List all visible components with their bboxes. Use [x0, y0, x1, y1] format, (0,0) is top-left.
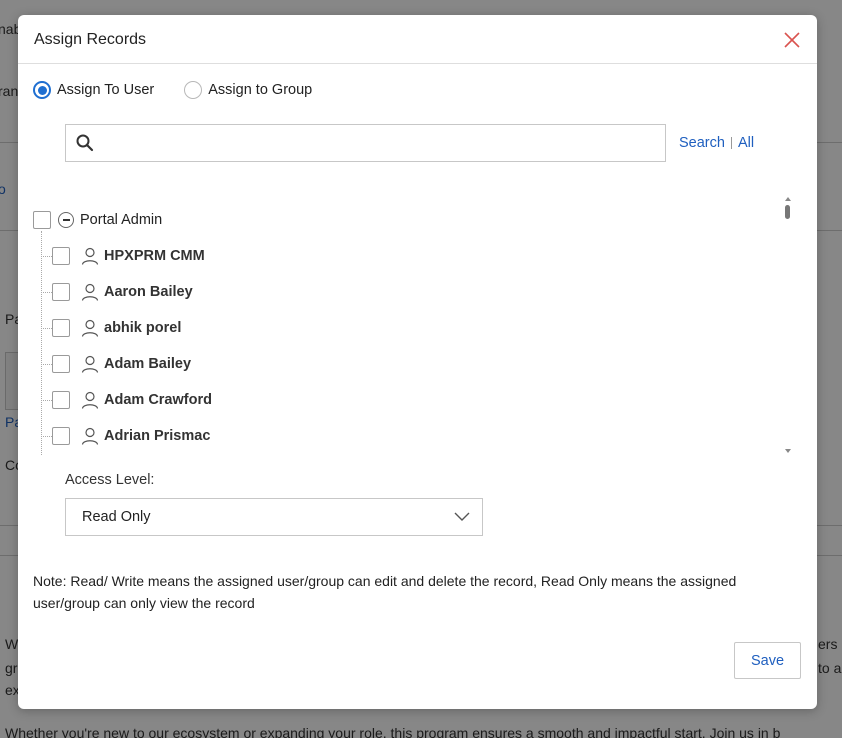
- user-checkbox[interactable]: [52, 247, 70, 265]
- user-checkbox[interactable]: [52, 283, 70, 301]
- access-level-value: Read Only: [82, 509, 151, 525]
- user-checkbox[interactable]: [52, 355, 70, 373]
- assign-to-user-option[interactable]: Assign To User: [33, 81, 154, 99]
- user-icon: [81, 319, 99, 337]
- user-name: HPXPRM CMM: [104, 248, 205, 264]
- tree-root-portal-admin: Portal Admin: [33, 211, 162, 229]
- user-icon: [81, 427, 99, 445]
- dialog-header: Assign Records: [18, 15, 817, 64]
- user-icon: [81, 247, 99, 265]
- user-name: Adam Crawford: [104, 392, 212, 408]
- tree-user-item: Adam Crawford: [41, 390, 212, 410]
- tree-user-item: Adrian Prismac: [41, 426, 210, 446]
- scroll-up-icon[interactable]: [785, 197, 791, 201]
- assign-to-group-option[interactable]: Assign to Group: [184, 81, 312, 99]
- search-icon: [76, 134, 94, 152]
- all-link[interactable]: All: [738, 135, 754, 151]
- user-name: Aaron Bailey: [104, 284, 193, 300]
- search-links: Search All: [679, 135, 754, 151]
- user-checkbox[interactable]: [52, 319, 70, 337]
- tree-user-item: Aaron Bailey: [41, 282, 193, 302]
- search-link[interactable]: Search: [679, 135, 725, 151]
- user-name: Adam Bailey: [104, 356, 192, 372]
- tree-connector: [41, 363, 52, 365]
- assign-to-group-label: Assign to Group: [208, 82, 313, 98]
- user-name: abhik porel: [104, 320, 182, 336]
- user-name: Adrian Prismac: [104, 428, 211, 444]
- assign-to-user-label: Assign To User: [57, 82, 155, 98]
- tree-connector: [41, 399, 52, 401]
- user-checkbox[interactable]: [52, 391, 70, 409]
- tree-user-item: abhik porel: [41, 318, 181, 338]
- close-icon: [784, 32, 800, 48]
- collapse-icon[interactable]: [58, 212, 74, 228]
- tree-connector: [41, 435, 52, 437]
- scroll-down-icon[interactable]: [785, 449, 791, 453]
- tree-connector: [41, 291, 52, 293]
- save-button[interactable]: Save: [734, 642, 801, 679]
- search-input[interactable]: [101, 125, 665, 161]
- tree-user-item: HPXPRM CMM: [41, 246, 205, 266]
- scroll-thumb[interactable]: [785, 205, 790, 219]
- assign-type-radio-group: Assign To User Assign to Group: [33, 81, 342, 99]
- assign-to-user-radio[interactable]: [33, 81, 51, 99]
- portal-admin-checkbox[interactable]: [33, 211, 51, 229]
- access-note: Note: Read/ Write means the assigned use…: [33, 573, 737, 611]
- assign-records-dialog: Assign Records Assign To User Assign to …: [18, 15, 817, 709]
- link-separator: [730, 137, 732, 149]
- dialog-title: Assign Records: [34, 31, 147, 48]
- user-icon: [81, 391, 99, 409]
- user-icon: [81, 283, 99, 301]
- assign-to-group-radio[interactable]: [184, 81, 203, 99]
- tree-scrollbar[interactable]: [783, 197, 793, 453]
- tree-connector: [41, 255, 52, 257]
- user-tree: Portal Admin HPXPRM CMM Aaron Bailey abh…: [32, 195, 794, 455]
- access-level-select[interactable]: Read Only: [65, 498, 483, 536]
- tree-root-label: Portal Admin: [80, 212, 163, 228]
- user-icon: [81, 355, 99, 373]
- tree-connector: [41, 327, 52, 329]
- user-checkbox[interactable]: [52, 427, 70, 445]
- user-search-box: [65, 124, 666, 162]
- close-button[interactable]: [781, 29, 803, 51]
- access-level-label: Access Level:: [65, 472, 155, 488]
- chevron-down-icon: [454, 512, 470, 521]
- tree-user-item: Adam Bailey: [41, 354, 191, 374]
